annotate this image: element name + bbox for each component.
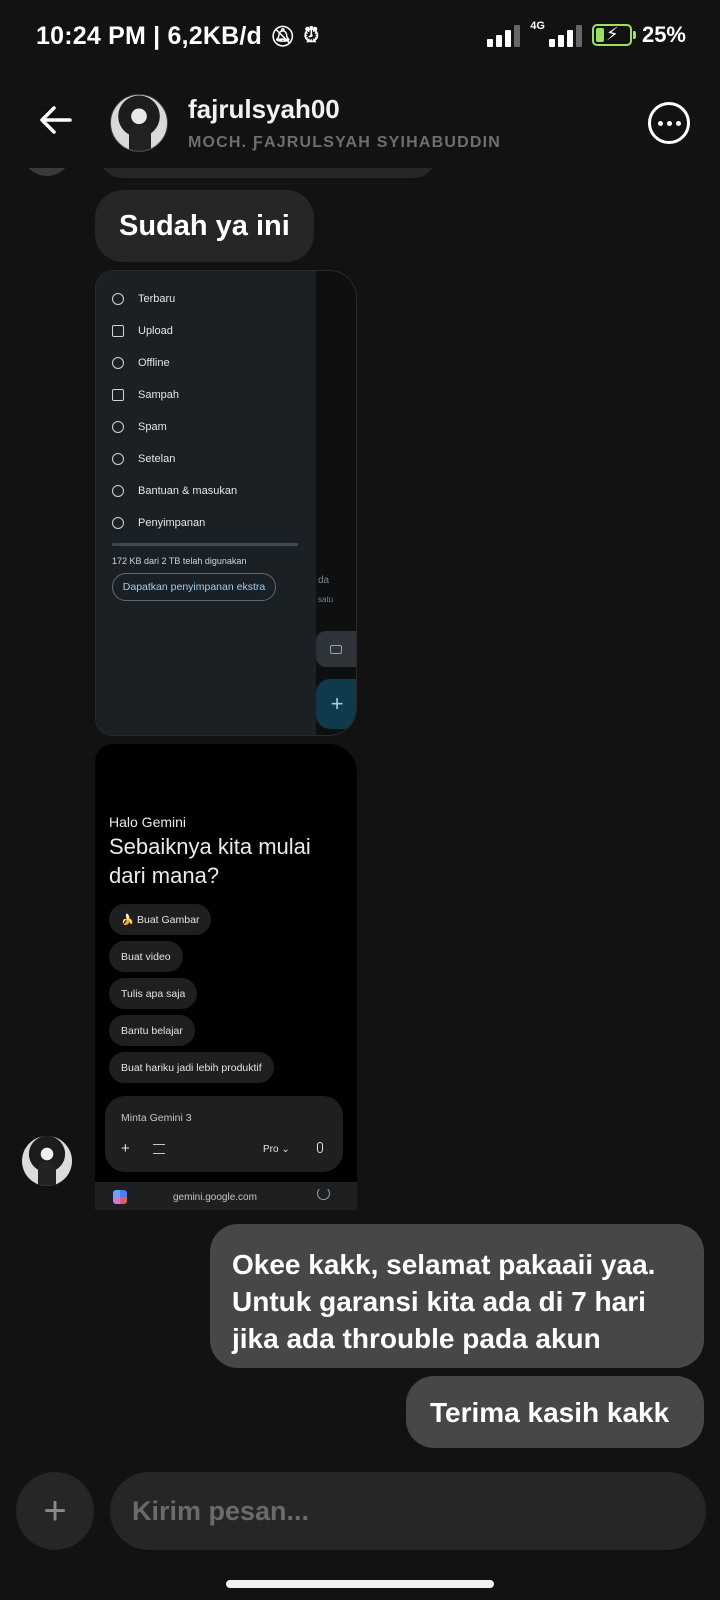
message-text: Okee kakk, selamat pakaaii yaa.: [232, 1249, 656, 1280]
message-bubble-incoming[interactable]: Sudah ya ini: [95, 190, 314, 262]
browser-url-bar: gemini.google.com: [95, 1182, 357, 1210]
mute-icon: 🔕︎: [269, 26, 296, 48]
model-selector: Pro ⌄: [263, 1144, 290, 1155]
menu-item: Spam: [112, 421, 167, 433]
message-list[interactable]: Sudah ya ini Terbaru Upload Offline Samp…: [0, 140, 720, 1460]
trash-icon: [112, 389, 124, 401]
home-indicator[interactable]: [226, 1580, 494, 1588]
menu-item: Upload: [112, 325, 173, 337]
more-dot-icon: [675, 120, 681, 126]
back-button[interactable]: [36, 100, 76, 140]
menu-item: Bantuan & masukan: [112, 485, 237, 497]
status-left: 10:24 PM | 6,2KB/d 🔕︎ ⏰︎: [36, 22, 319, 51]
alarm-icon: ⏰︎: [303, 25, 320, 47]
menu-item: Penyimpanan: [112, 517, 205, 529]
offline-icon: [112, 357, 124, 369]
more-options-button[interactable]: [648, 102, 690, 144]
gemini-greeting: Halo Gemini: [109, 814, 187, 830]
gemini-input-placeholder: Minta Gemini 3: [121, 1112, 192, 1124]
upload-icon: [112, 325, 124, 337]
avatar[interactable]: [110, 94, 168, 152]
gemini-input-box: Minta Gemini 3 + Pro ⌄: [105, 1096, 343, 1172]
network-type: 4G: [530, 20, 545, 32]
menu-item: Offline: [112, 357, 170, 369]
background-text: da: [318, 575, 330, 586]
full-name: MOCH. ƑAJRULSYAH SYIHABUDDIN: [188, 134, 502, 151]
status-right: 4G ⚡︎ 25%: [487, 20, 686, 48]
add-attachment-button[interactable]: +: [16, 1472, 94, 1550]
avatar[interactable]: [22, 1136, 72, 1186]
clock-icon: [112, 293, 124, 305]
message-text: Terima kasih kakk: [430, 1396, 670, 1428]
gemini-title: Sebaiknya kita mulai dari mana?: [109, 834, 311, 888]
shared-image-gemini[interactable]: Halo Gemini Sebaiknya kita mulai dari ma…: [95, 744, 357, 1210]
more-dot-icon: [657, 120, 663, 126]
message-text: Sudah ya ini: [119, 209, 290, 242]
background-text: satu: [318, 595, 334, 604]
status-bar: 10:24 PM | 6,2KB/d 🔕︎ ⏰︎ 4G ⚡︎ 25%: [0, 0, 720, 78]
cloud-icon: [112, 517, 124, 529]
battery-icon: ⚡︎: [591, 24, 636, 46]
storage-bar: [112, 543, 298, 546]
message-input[interactable]: [110, 1472, 706, 1550]
plus-icon: +: [43, 1489, 67, 1533]
username[interactable]: fajrulsyah00: [188, 94, 340, 125]
camera-icon: [316, 631, 356, 667]
message-text: Untuk garansi kita ada di 7 hari: [232, 1286, 646, 1317]
status-time: 10:24 PM | 6,2KB/d: [36, 22, 262, 50]
message-bubble-outgoing[interactable]: Okee kakk, selamat pakaaii yaa. Untuk ga…: [210, 1224, 704, 1368]
back-arrow-icon: [40, 106, 72, 134]
mic-icon: [317, 1142, 323, 1153]
menu-item: Setelan: [112, 453, 175, 465]
drawer-menu: Terbaru Upload Offline Sampah Spam Setel…: [96, 271, 316, 735]
plus-icon: +: [121, 1140, 130, 1157]
message-bubble-outgoing[interactable]: Terima kasih kakk: [406, 1376, 704, 1448]
spam-icon: [112, 421, 124, 433]
shared-image-drive-menu[interactable]: Terbaru Upload Offline Sampah Spam Setel…: [95, 270, 357, 736]
suggestion-chip: Tulis apa saja: [109, 978, 198, 1009]
wifi-signal-icon: [487, 23, 521, 47]
menu-item: Terbaru: [112, 293, 175, 305]
battery-percent: 25%: [641, 22, 686, 47]
storage-button: Dapatkan penyimpanan ekstra: [112, 573, 276, 601]
reload-icon: [317, 1187, 330, 1200]
browser-logo-icon: [113, 1190, 127, 1204]
suggestion-chip: 🍌 Buat Gambar: [109, 904, 212, 935]
menu-item: Sampah: [112, 389, 179, 401]
suggestion-chip: Bantu belajar: [109, 1015, 195, 1046]
message-text: jika ada throuble pada akun: [232, 1323, 601, 1354]
storage-text: 172 KB dari 2 TB telah digunakan: [112, 556, 247, 566]
url-text: gemini.google.com: [173, 1192, 257, 1203]
dm-screen: 10:24 PM | 6,2KB/d 🔕︎ ⏰︎ 4G ⚡︎ 25% Sudah…: [0, 0, 720, 1600]
help-icon: [112, 485, 124, 497]
cell-signal-icon: [548, 23, 582, 47]
chat-header: fajrulsyah00 MOCH. ƑAJRULSYAH SYIHABUDDI…: [0, 78, 720, 168]
suggestion-chip: Buat video: [109, 941, 183, 972]
plus-icon: +: [316, 679, 356, 729]
tools-icon: [153, 1144, 165, 1154]
gear-icon: [112, 453, 124, 465]
more-dot-icon: [666, 120, 672, 126]
suggestion-chip: Buat hariku jadi lebih produktif: [109, 1052, 274, 1083]
